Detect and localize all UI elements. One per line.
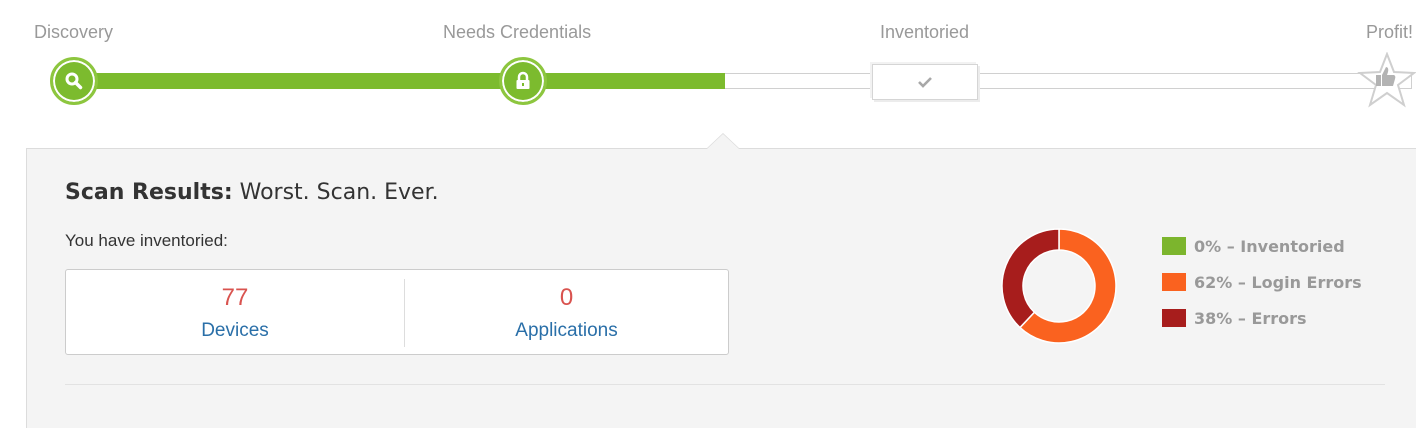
applications-link[interactable]: Applications <box>405 320 728 342</box>
scan-results-title: Scan Results: Worst. Scan. Ever. <box>65 180 439 205</box>
legend-item-inventoried: 0% – Inventoried <box>1162 235 1345 257</box>
scan-results-donut-chart <box>1001 228 1117 344</box>
step-label-inventoried: Inventoried <box>880 22 970 42</box>
applications-count: 0 <box>559 284 574 311</box>
devices-count: 77 <box>221 284 249 311</box>
lock-icon <box>516 71 530 89</box>
legend-swatch <box>1162 309 1186 327</box>
legend-swatch <box>1162 237 1186 255</box>
step-profit[interactable] <box>1356 51 1416 108</box>
legend-item-errors: 38% – Errors <box>1162 307 1307 329</box>
inventory-stats: 77 Devices 0 Applications <box>65 269 729 355</box>
step-label-discovery: Discovery <box>34 22 114 42</box>
donut-slice-errors <box>1001 228 1060 329</box>
progress-fill <box>72 73 725 89</box>
thumbs-up-star-icon <box>1357 51 1416 108</box>
legend-label: 0% – Inventoried <box>1194 236 1345 256</box>
legend-label: 38% – Errors <box>1194 308 1307 328</box>
scan-results-verdict: Worst. Scan. Ever. <box>239 180 439 205</box>
section-divider <box>65 384 1385 385</box>
check-icon <box>918 77 932 88</box>
legend-label: 62% – Login Errors <box>1194 272 1362 292</box>
step-label-needs-credentials: Needs Credentials <box>443 22 592 42</box>
legend-item-login-errors: 62% – Login Errors <box>1162 271 1362 293</box>
devices-stat[interactable]: 77 Devices <box>66 270 404 356</box>
scan-results-label: Scan Results: <box>65 180 233 205</box>
search-icon <box>65 72 83 90</box>
step-label-profit: Profit! <box>1366 22 1414 42</box>
applications-stat[interactable]: 0 Applications <box>405 270 728 356</box>
step-inventoried[interactable] <box>872 64 978 100</box>
step-needs-credentials[interactable] <box>499 57 547 105</box>
devices-link[interactable]: Devices <box>66 320 404 342</box>
step-discovery[interactable] <box>50 57 98 105</box>
legend-swatch <box>1162 273 1186 291</box>
inventoried-intro: You have inventoried: <box>65 231 228 250</box>
